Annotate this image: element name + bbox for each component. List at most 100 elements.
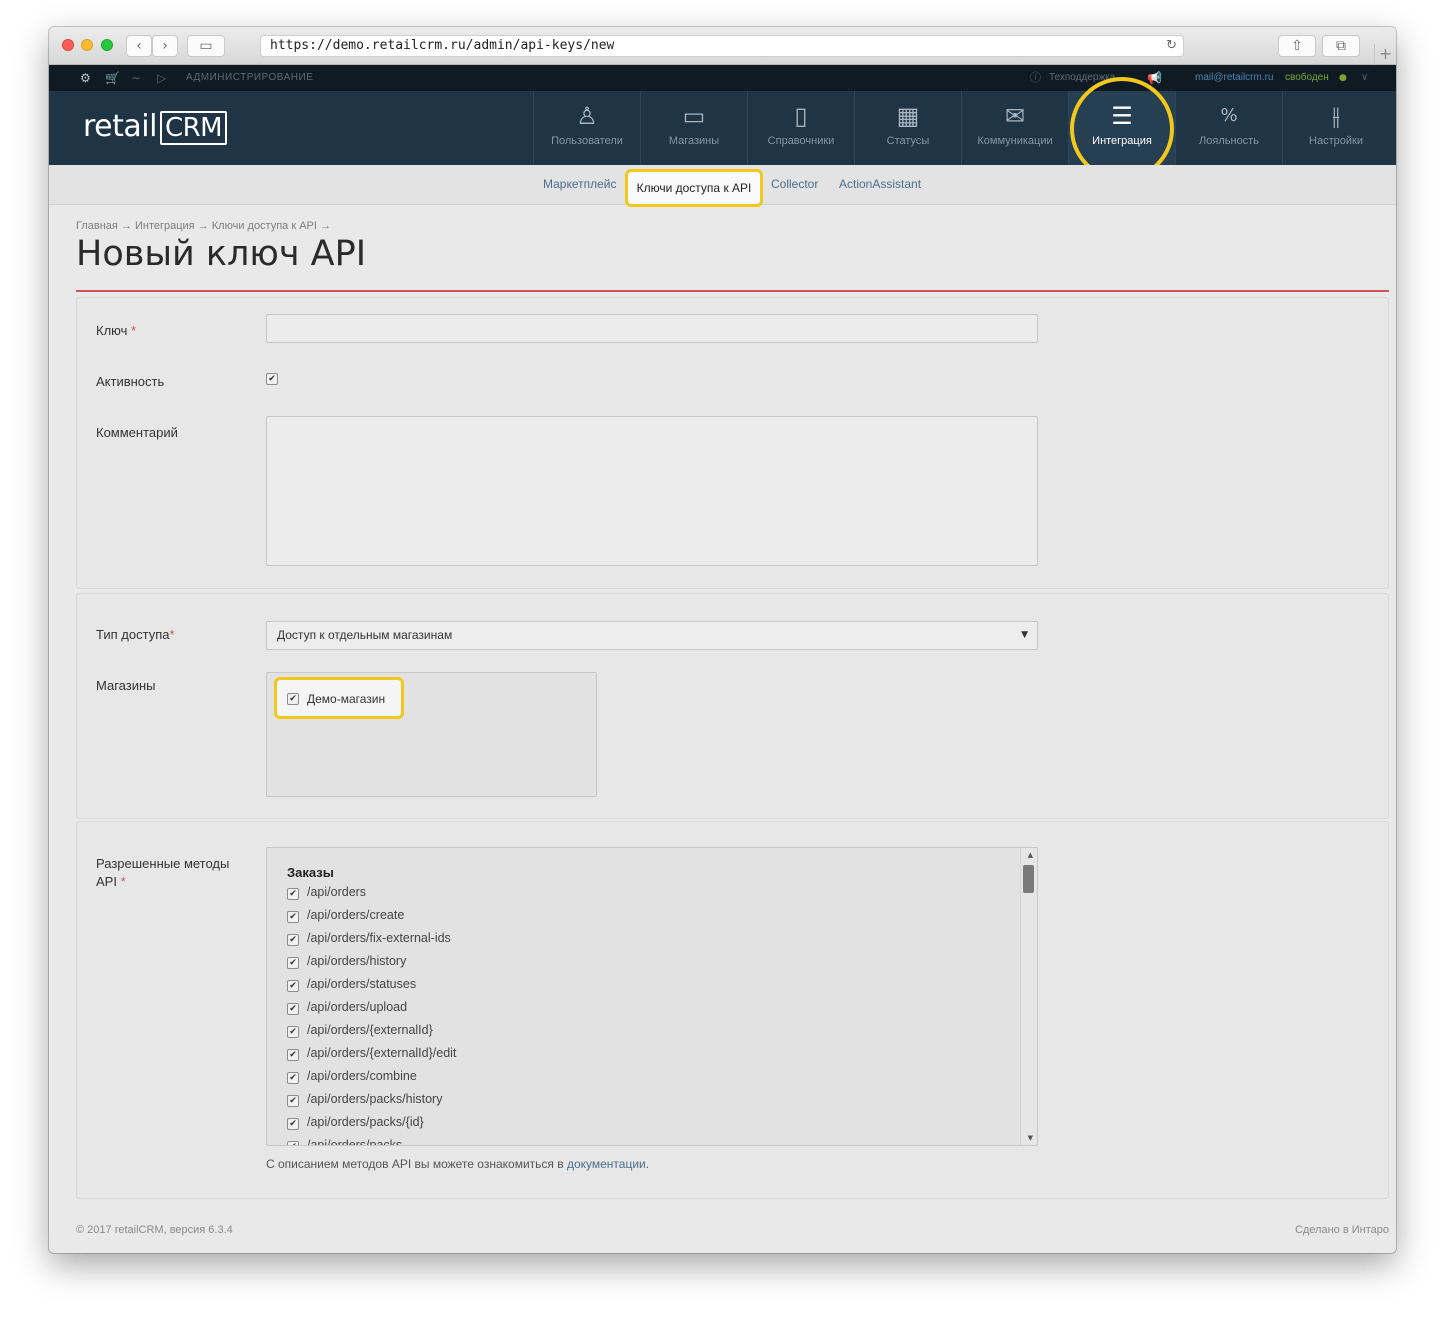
shop-item[interactable]: ✔ Демо-магазин <box>274 677 404 719</box>
chevron-right-icon: › <box>162 38 168 54</box>
cart-icon[interactable]: 🛒 <box>105 65 120 91</box>
method-checkbox[interactable]: ✔ <box>287 957 299 969</box>
method-checkbox[interactable]: ✔ <box>287 1049 299 1061</box>
sidebar-toggle-button[interactable]: ▭ <box>187 35 225 57</box>
nav-item-statuses[interactable]: ▦ Статусы <box>854 91 961 165</box>
url-text: https://demo.retailcrm.ru/admin/api-keys… <box>270 38 615 53</box>
shops-list: ✔ Демо-магазин <box>266 672 597 797</box>
comment-label: Комментарий <box>96 425 178 440</box>
statuses-icon: ▦ <box>896 102 920 130</box>
copyright-text: © 2017 retailCRM, версия 6.3.4 <box>76 1224 233 1236</box>
access-type-select[interactable]: Доступ к отдельным магазинам ▼ <box>266 621 1038 650</box>
method-checkbox[interactable]: ✔ <box>287 980 299 992</box>
scrollbar-thumb[interactable] <box>1023 865 1034 893</box>
subnav-item-marketplace[interactable]: Маркетплейс <box>543 177 617 191</box>
play-icon[interactable]: ▷ <box>157 65 166 91</box>
mail-icon: ✉ <box>1004 102 1026 130</box>
subnav-item-collector[interactable]: Collector <box>771 177 818 191</box>
access-type-label: Тип доступа* <box>96 627 175 642</box>
address-bar[interactable]: https://demo.retailcrm.ru/admin/api-keys… <box>260 35 1184 57</box>
chevron-left-icon: ‹ <box>136 38 142 54</box>
document-icon: ▯ <box>794 102 808 130</box>
scroll-up-icon[interactable]: ▲ <box>1028 851 1033 859</box>
minimize-window-button[interactable] <box>81 39 93 51</box>
form-panel-methods: Разрешенные методы API * Заказы ✔/api/or… <box>76 821 1389 1199</box>
methods-label: Разрешенные методы API * <box>96 856 230 889</box>
active-checkbox[interactable]: ✔ <box>266 373 278 385</box>
share-icon: ⇧ <box>1291 38 1303 54</box>
methods-scrollbar[interactable]: ▲ ▼ <box>1020 848 1037 1145</box>
scroll-down-icon[interactable]: ▼ <box>1028 1134 1033 1142</box>
made-by-link[interactable]: Сделано в Интаро <box>1295 1224 1389 1236</box>
documentation-link[interactable]: документации <box>567 1157 646 1171</box>
nav-label: Статусы <box>886 135 930 147</box>
title-divider <box>76 290 1389 292</box>
nav-item-settings[interactable]: ⫲ Настройки <box>1282 91 1389 165</box>
method-checkbox[interactable]: ✔ <box>287 1003 299 1015</box>
retailcrm-logo[interactable]: retail CRM <box>83 109 228 145</box>
gear-icon[interactable]: ⚙ <box>80 65 91 91</box>
close-window-button[interactable] <box>62 39 74 51</box>
method-checkbox[interactable]: ✔ <box>287 934 299 946</box>
subnav-item-api-keys[interactable]: Ключи доступа к API <box>625 169 763 207</box>
nav-label: Магазины <box>668 135 720 147</box>
nav-label: Пользователи <box>551 135 623 147</box>
nav-label: Справочники <box>767 135 835 147</box>
method-checkbox[interactable]: ✔ <box>287 888 299 900</box>
subnav-item-actionassistant[interactable]: ActionAssistant <box>839 177 921 191</box>
breadcrumb[interactable]: Главная → Интеграция → Ключи доступа к A… <box>76 220 331 232</box>
analytics-icon[interactable]: ∼ <box>131 65 141 91</box>
main-nav: ♙ Пользователи ▭ Магазины ▯ Справочники … <box>533 91 1389 165</box>
comment-textarea[interactable] <box>266 416 1038 566</box>
key-label: Ключ * <box>96 323 137 338</box>
browser-window: ‹ › ▭ https://demo.retailcrm.ru/admin/ap… <box>49 27 1396 1253</box>
zoom-window-button[interactable] <box>101 39 113 51</box>
nav-item-references[interactable]: ▯ Справочники <box>747 91 854 165</box>
page-title: Новый ключ API <box>76 234 367 274</box>
admin-bar: ⚙ 🛒 ∼ ▷ АДМИНИСТРИРОВАНИЕ ⓘ Техподдержка… <box>49 65 1396 91</box>
admin-section-label: АДМИНИСТРИРОВАНИЕ <box>186 72 314 83</box>
forward-button[interactable]: › <box>152 35 178 57</box>
method-checkbox[interactable]: ✔ <box>287 1118 299 1130</box>
page-footer: © 2017 retailCRM, версия 6.3.4 Сделано в… <box>76 1224 1389 1236</box>
nav-item-users[interactable]: ♙ Пользователи <box>533 91 640 165</box>
subnav: Маркетплейс Ключи доступа к API Collecto… <box>49 165 1396 207</box>
user-status-label[interactable]: свободен <box>1285 65 1329 91</box>
shops-label: Магазины <box>96 678 156 693</box>
logo-crm-text: CRM <box>159 111 228 145</box>
reload-icon[interactable]: ↻ <box>1166 36 1177 56</box>
nav-item-loyalty[interactable]: % Лояльность <box>1175 91 1282 165</box>
form-panel-access: Тип доступа* Доступ к отдельным магазина… <box>76 593 1389 819</box>
help-icon: ⓘ <box>1030 71 1041 84</box>
caret-down-icon: ▼ <box>1021 630 1028 640</box>
method-checkbox[interactable]: ✔ <box>287 1072 299 1084</box>
nav-label: Настройки <box>1309 135 1363 147</box>
back-button[interactable]: ‹ <box>126 35 152 57</box>
nav-item-communications[interactable]: ✉ Коммуникации <box>961 91 1068 165</box>
method-checkbox[interactable]: ✔ <box>287 1095 299 1107</box>
main-header: retail CRM ♙ Пользователи ▭ Магазины ▯ Сп… <box>49 91 1396 165</box>
sliders-icon: ⫲ <box>1332 102 1340 130</box>
methods-list[interactable]: Заказы ✔/api/orders ✔/api/orders/create … <box>266 847 1038 1146</box>
chevron-down-icon[interactable]: ∨ <box>1361 65 1368 91</box>
logo-text: retail <box>83 109 157 144</box>
nav-label: Коммуникации <box>977 135 1053 147</box>
method-checkbox[interactable]: ✔ <box>287 1026 299 1038</box>
access-type-value: Доступ к отдельным магазинам <box>277 628 453 642</box>
method-checkbox[interactable]: ✔ <box>287 911 299 923</box>
share-button[interactable]: ⇧ <box>1278 35 1316 57</box>
method-checkbox[interactable]: ✔ <box>287 1141 299 1145</box>
user-email-link[interactable]: mail@retailcrm.ru <box>1195 65 1274 91</box>
nav-label: Лояльность <box>1199 135 1259 147</box>
tabs-overview-button[interactable]: ⧉ <box>1322 35 1360 57</box>
user-icon: ♙ <box>576 102 598 130</box>
tabs-icon: ⧉ <box>1336 38 1346 54</box>
discount-icon: % <box>1220 105 1238 126</box>
shop-icon: ▭ <box>682 102 706 130</box>
sidebar-icon: ▭ <box>199 38 213 54</box>
status-dot-icon: ● <box>1339 73 1347 83</box>
key-input[interactable] <box>266 314 1038 343</box>
nav-item-shops[interactable]: ▭ Магазины <box>640 91 747 165</box>
new-tab-button[interactable]: + <box>1374 44 1396 65</box>
shop-checkbox[interactable]: ✔ <box>287 693 299 705</box>
